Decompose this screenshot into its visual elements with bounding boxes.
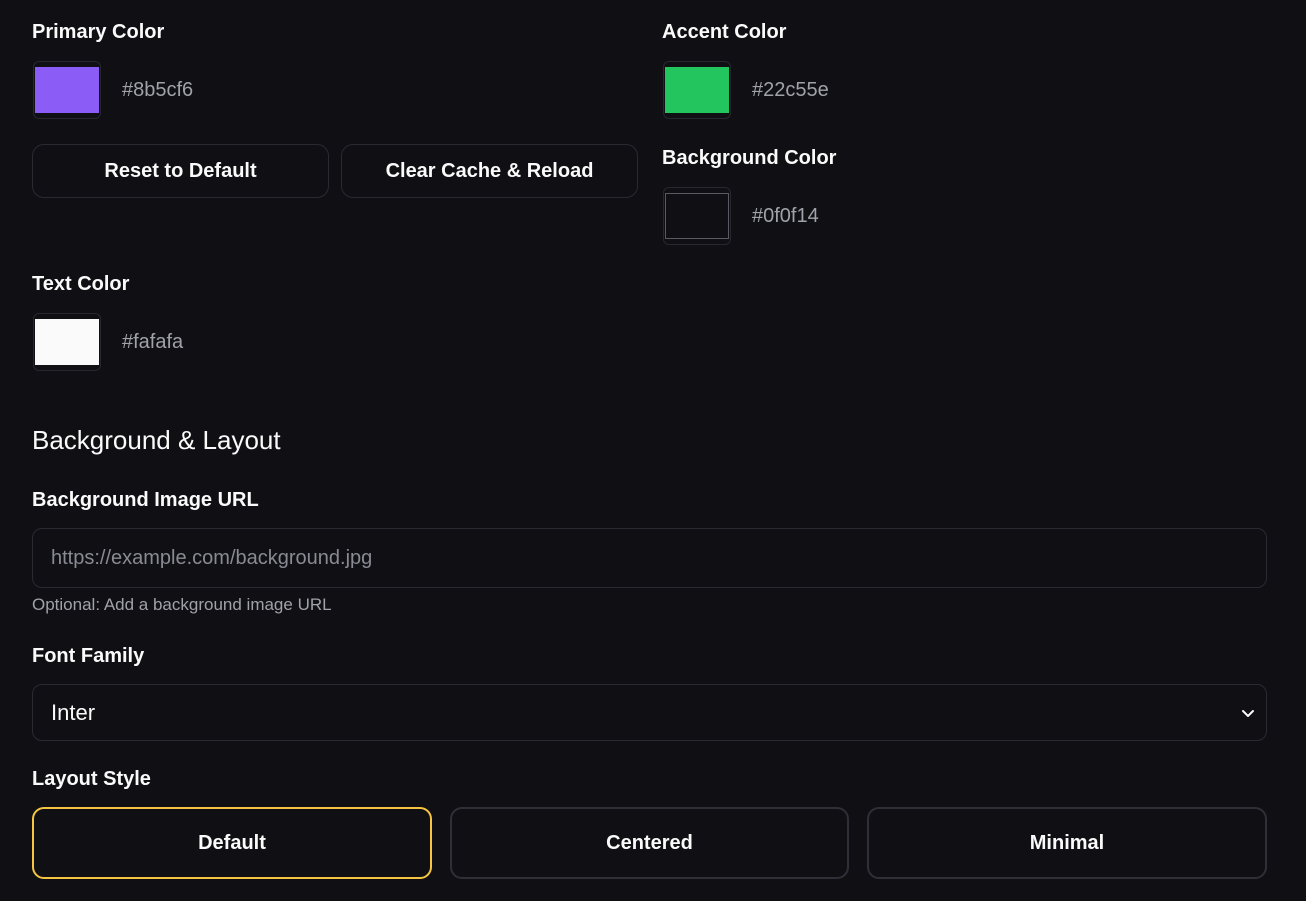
background-color-value: #0f0f14	[752, 205, 819, 227]
primary-color-label: Primary Color	[32, 21, 165, 43]
background-image-url-hint: Optional: Add a background image URL	[32, 595, 332, 614]
layout-option-default[interactable]: Default	[32, 807, 432, 879]
text-color-value: #fafafa	[122, 331, 184, 353]
font-family-selected-value: Inter	[51, 699, 96, 725]
reset-to-default-button[interactable]: Reset to Default	[32, 144, 329, 198]
primary-color-swatch	[35, 67, 99, 113]
background-color-swatch	[665, 193, 729, 239]
accent-color-swatch	[665, 67, 729, 113]
clear-cache-reload-button[interactable]: Clear Cache & Reload	[341, 144, 638, 198]
accent-color-picker[interactable]	[663, 61, 731, 119]
section-title-background-layout: Background & Layout	[32, 425, 281, 455]
layout-option-centered[interactable]: Centered	[450, 807, 849, 879]
layout-style-label: Layout Style	[32, 768, 151, 790]
accent-color-value: #22c55e	[752, 79, 829, 101]
background-image-url-label: Background Image URL	[32, 489, 259, 511]
layout-option-minimal[interactable]: Minimal	[867, 807, 1267, 879]
primary-color-value: #8b5cf6	[122, 79, 194, 101]
text-color-label: Text Color	[32, 273, 130, 295]
primary-color-picker[interactable]	[33, 61, 101, 119]
text-color-swatch	[35, 319, 99, 365]
font-family-select[interactable]: Inter	[32, 684, 1267, 741]
text-color-picker[interactable]	[33, 313, 101, 371]
chevron-down-icon	[1240, 705, 1256, 721]
accent-color-label: Accent Color	[662, 21, 787, 43]
background-color-label: Background Color	[662, 147, 837, 169]
font-family-label: Font Family	[32, 645, 145, 667]
background-color-picker[interactable]	[663, 187, 731, 245]
background-image-url-input[interactable]	[32, 528, 1267, 588]
